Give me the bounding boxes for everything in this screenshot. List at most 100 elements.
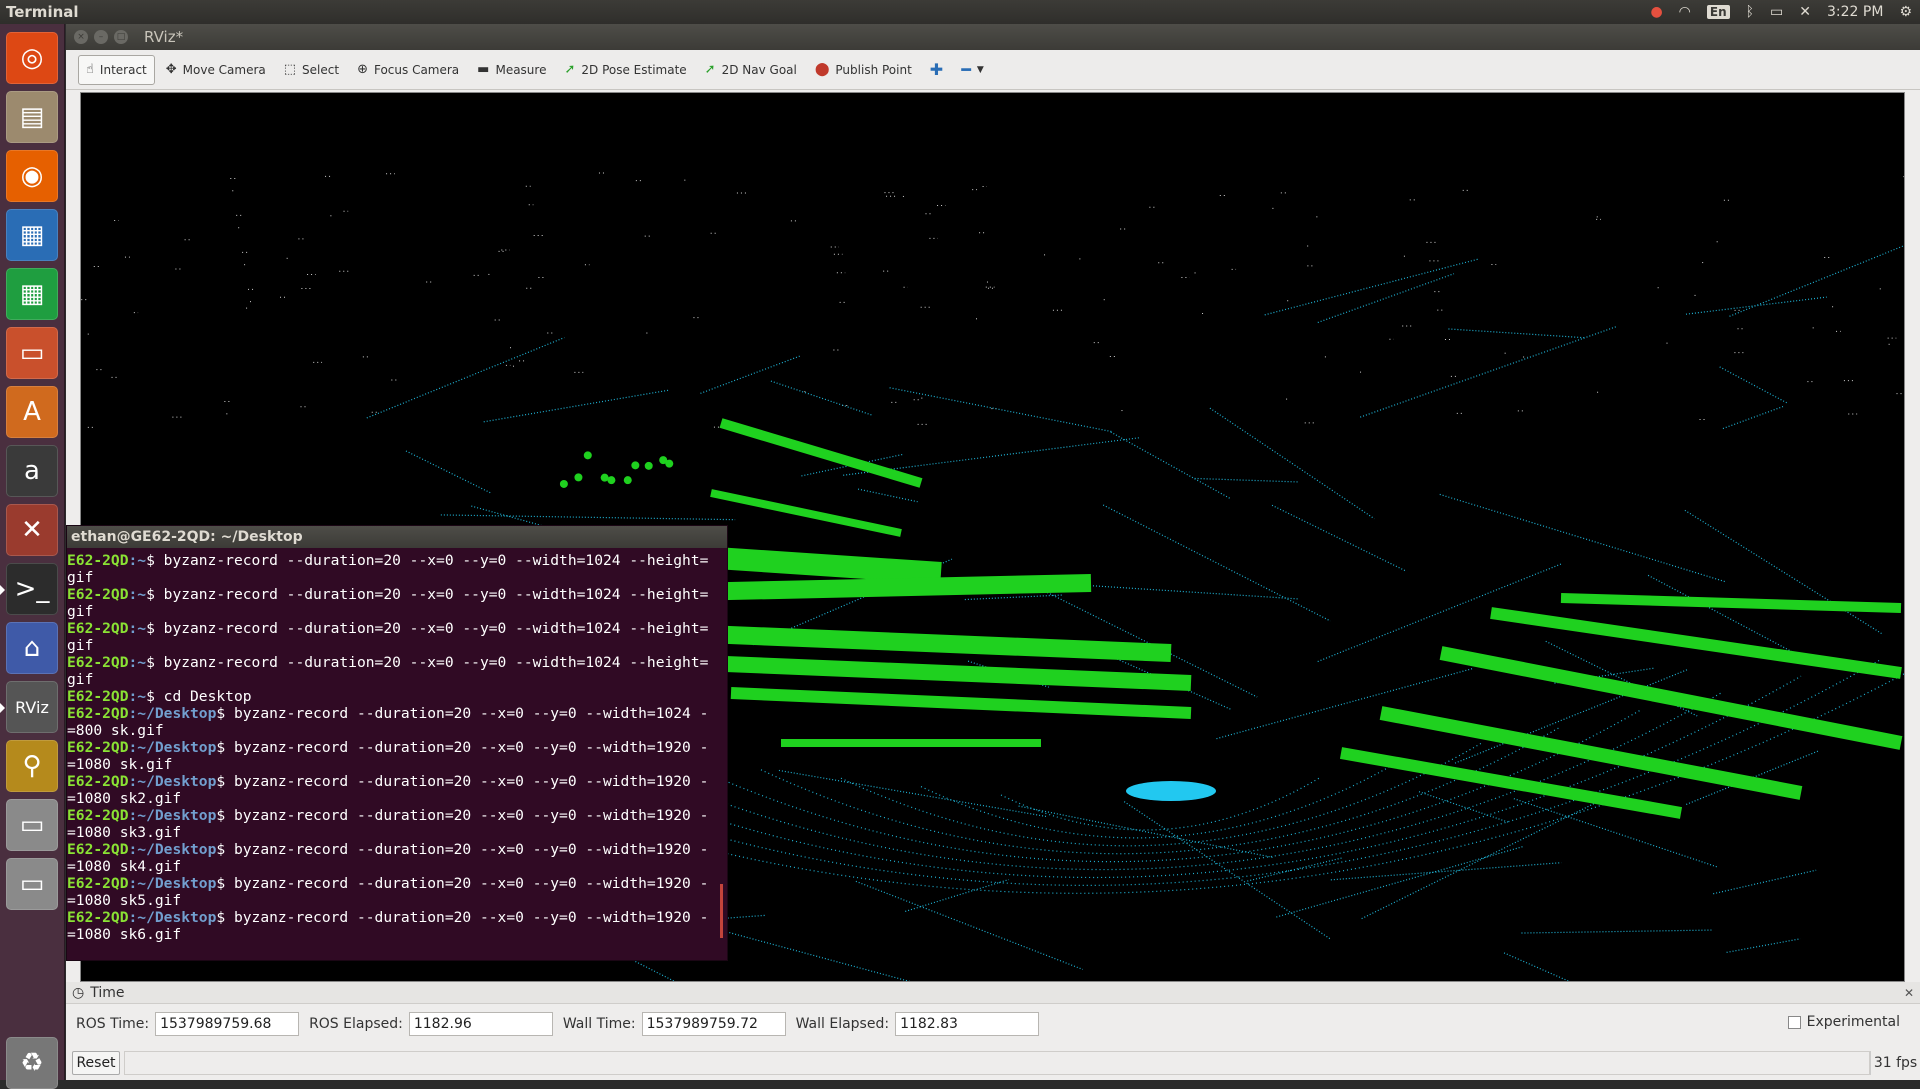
terminal-title[interactable]: ethan@GE62-2QD: ~/Desktop bbox=[67, 526, 727, 548]
ground-point-line bbox=[778, 769, 1047, 818]
focus-camera-icon: ⊕ bbox=[357, 62, 368, 77]
tool-publish-point[interactable]: ⬤ Publish Point bbox=[808, 55, 919, 85]
wall-time-label: Wall Time: bbox=[562, 1016, 636, 1032]
obstacle-band bbox=[719, 418, 923, 488]
obstacle-band bbox=[1490, 607, 1902, 679]
ros-elapsed-field[interactable] bbox=[408, 1012, 553, 1036]
obstacle-point bbox=[583, 451, 592, 460]
ground-point-line bbox=[1719, 366, 1789, 405]
maximize-icon[interactable]: □ bbox=[114, 30, 128, 44]
tool-focus-camera[interactable]: ⊕ Focus Camera bbox=[350, 55, 466, 85]
tool-move-camera[interactable]: ✥ Move Camera bbox=[159, 55, 273, 85]
update-indicator-icon[interactable]: ● bbox=[1650, 4, 1662, 20]
obstacle-point bbox=[623, 476, 632, 485]
battery-icon[interactable]: ▭ bbox=[1770, 4, 1783, 20]
clock-icon: ◷ bbox=[72, 984, 85, 1001]
clock[interactable]: 3:22 PM bbox=[1827, 4, 1883, 20]
obstacle-point bbox=[574, 473, 583, 482]
wifi-icon[interactable]: ◠ bbox=[1679, 4, 1691, 20]
launcher-rviz-icon[interactable]: RViz bbox=[0, 681, 58, 733]
terminal-line-continuation: gif bbox=[67, 569, 94, 586]
ground-point-line bbox=[700, 355, 801, 394]
terminal-line: E62-2QD:~$ cd Desktop bbox=[67, 688, 252, 705]
ground-point-line bbox=[1330, 862, 1562, 881]
minimize-icon[interactable]: – bbox=[94, 30, 108, 44]
wall-time-field[interactable] bbox=[641, 1012, 786, 1036]
ground-point-line bbox=[1360, 325, 1618, 418]
tool-measure[interactable]: ▬ Measure bbox=[470, 55, 553, 85]
terminal-scrollbar[interactable] bbox=[720, 884, 723, 938]
tool-2d-nav-goal[interactable]: ➚ 2D Nav Goal bbox=[698, 55, 804, 85]
launcher-image-viewer-icon[interactable]: ⚲ bbox=[6, 740, 58, 792]
terminal-line-continuation: gif bbox=[67, 671, 94, 688]
ground-point-line bbox=[1110, 431, 1230, 499]
move-camera-icon: ✥ bbox=[165, 62, 177, 77]
reset-button[interactable]: Reset bbox=[72, 1051, 120, 1075]
terminal-output[interactable]: E62-2QD:~$ byzanz-record --duration=20 -… bbox=[67, 548, 727, 958]
volume-muted-icon[interactable]: ✕ bbox=[1799, 4, 1811, 20]
tool-2d-pose-estimate[interactable]: ➚ 2D Pose Estimate bbox=[557, 55, 693, 85]
launcher-trash-icon[interactable]: ♻ bbox=[6, 1037, 58, 1089]
publish-point-icon: ⬤ bbox=[814, 62, 830, 77]
vehicle-marker bbox=[1126, 781, 1216, 801]
tool-label: Publish Point bbox=[835, 62, 912, 77]
rviz-toolbar: ☝ Interact ✥ Move Camera ⬚ Select ⊕ Focus Camer… bbox=[66, 50, 1920, 90]
tool-label: Measure bbox=[495, 62, 547, 77]
chevron-down-icon: ▼ bbox=[976, 64, 984, 75]
ground-point-line bbox=[1684, 509, 1883, 635]
launcher-calc-icon[interactable]: ▦ bbox=[6, 268, 58, 320]
obstacle-band bbox=[1379, 706, 1803, 800]
close-icon[interactable]: × bbox=[74, 30, 88, 44]
bluetooth-icon[interactable]: ᛒ bbox=[1746, 4, 1754, 20]
ground-point-line bbox=[1722, 405, 1784, 430]
terminal-line-continuation: =1080 sk4.gif bbox=[67, 858, 182, 875]
launcher-drive2-icon[interactable]: ▭ bbox=[6, 858, 58, 910]
launcher-amazon-icon[interactable]: a bbox=[6, 445, 58, 497]
ground-point-line bbox=[855, 880, 1084, 971]
experimental-label: Experimental bbox=[1806, 1014, 1900, 1030]
ground-point-line bbox=[1102, 504, 1331, 622]
launcher-dash-icon[interactable]: ◎ bbox=[6, 32, 58, 84]
launcher-writer-icon[interactable]: ▦ bbox=[6, 209, 58, 261]
ground-point-line bbox=[1209, 407, 1375, 520]
launcher-terminal-icon[interactable]: >_ bbox=[0, 563, 58, 615]
launcher-impress-icon[interactable]: ▭ bbox=[6, 327, 58, 379]
experimental-checkbox[interactable] bbox=[1787, 1015, 1801, 1029]
remove-tool-button[interactable]: ━ ▼ bbox=[954, 55, 991, 85]
launcher-firefox-icon[interactable]: ◉ bbox=[6, 150, 58, 202]
ground-point-line bbox=[1521, 929, 1712, 934]
tool-label: 2D Pose Estimate bbox=[581, 62, 687, 77]
ros-time-field[interactable] bbox=[155, 1012, 300, 1036]
obstacle-point bbox=[559, 479, 568, 488]
gear-icon[interactable]: ⚙ bbox=[1899, 4, 1912, 20]
rviz-titlebar[interactable]: × – □ RViz* bbox=[66, 24, 1920, 50]
ground-point-line bbox=[1448, 328, 1585, 339]
experimental-toggle[interactable]: Experimental bbox=[1787, 1014, 1900, 1030]
launcher-software-center-icon[interactable]: A bbox=[6, 386, 58, 438]
launcher-files-icon[interactable]: ▤ bbox=[6, 91, 58, 143]
terminal-line: E62-2QD:~/Desktop$ byzanz-record --durat… bbox=[67, 807, 709, 824]
obstacle-point bbox=[665, 459, 674, 468]
tool-label: Move Camera bbox=[182, 62, 266, 77]
launcher-lock-icon[interactable]: ⌂ bbox=[6, 622, 58, 674]
ros-elapsed-label: ROS Elapsed: bbox=[309, 1016, 403, 1032]
tool-label: Interact bbox=[99, 62, 147, 77]
tool-select[interactable]: ⬚ Select bbox=[277, 55, 346, 85]
tool-interact[interactable]: ☝ Interact bbox=[78, 54, 155, 85]
wall-elapsed-field[interactable] bbox=[895, 1012, 1040, 1036]
ground-point-line bbox=[1439, 493, 1726, 583]
launcher-drive1-icon[interactable]: ▭ bbox=[6, 799, 58, 851]
nav-goal-icon: ➚ bbox=[704, 62, 716, 77]
ground-point-line bbox=[889, 387, 1113, 433]
ground-point-line bbox=[1123, 801, 1331, 940]
add-tool-button[interactable]: ✚ bbox=[923, 55, 950, 85]
measure-icon: ▬ bbox=[477, 62, 490, 77]
launcher-settings-icon[interactable]: ✕ bbox=[6, 504, 58, 556]
time-panel-title: Time bbox=[90, 984, 125, 1001]
terminal-line-continuation: =1080 sk2.gif bbox=[67, 790, 182, 807]
terminal-line-continuation: gif bbox=[67, 603, 94, 620]
terminal-window[interactable]: ethan@GE62-2QD: ~/Desktop E62-2QD:~$ byz… bbox=[66, 525, 728, 961]
close-panel-icon[interactable]: ✕ bbox=[1904, 986, 1914, 1000]
tool-label: Select bbox=[302, 62, 340, 77]
keyboard-layout-indicator[interactable]: En bbox=[1706, 5, 1730, 19]
